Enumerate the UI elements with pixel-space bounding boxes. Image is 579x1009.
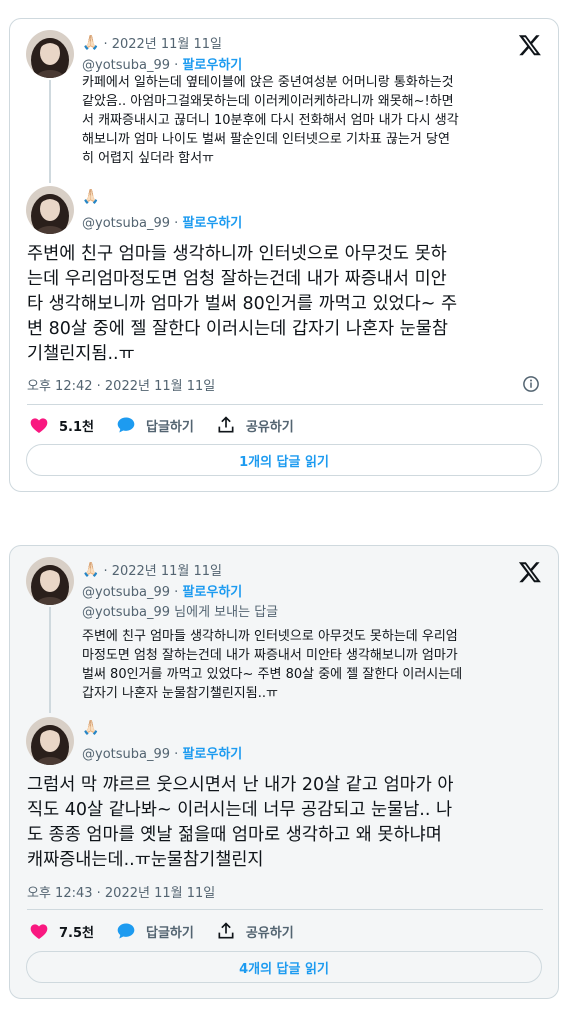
like-count: 7.5천: [59, 925, 94, 941]
quoted-meta: 🙏🏻 · 2022년 11월 11일: [82, 33, 222, 53]
heart-icon: [30, 418, 48, 433]
quoted-tweet-text: 카페에서 일하는데 옆테이블에 앉은 중년여성분 어머니랑 통화하는것 같았음.…: [82, 75, 459, 166]
read-replies-button[interactable]: 4개의 답글 읽기: [26, 951, 542, 983]
share-label: 공유하기: [245, 419, 294, 435]
quoted-tweet-text: 주변에 친구 엄마들 생각하니까 인터넷으로 아무것도 못하는데 우리엄 마정도…: [82, 629, 463, 701]
reply-bubble-icon: [117, 923, 135, 939]
follow-button[interactable]: 팔로우하기: [182, 585, 242, 600]
x-logo-icon[interactable]: [517, 33, 543, 57]
share-button[interactable]: 공유하기: [216, 921, 294, 941]
divider: [27, 404, 543, 405]
action-bar: 7.5천 답글하기 공유하기: [29, 921, 316, 941]
tweet-timestamp[interactable]: 오후 12:43 · 2022년 11월 11일: [27, 882, 215, 901]
pray-emoji: 🙏🏻: [82, 189, 100, 205]
thread-line: [49, 607, 51, 713]
pray-emoji: 🙏🏻: [82, 34, 100, 51]
reply-button[interactable]: 답글하기: [116, 921, 194, 941]
tweet-timestamp[interactable]: 오후 12:42 · 2022년 11월 11일: [27, 375, 215, 394]
share-icon: [218, 922, 234, 939]
reply-button[interactable]: 답글하기: [116, 415, 194, 435]
follow-button[interactable]: 팔로우하기: [182, 216, 242, 231]
thread-line: [49, 80, 51, 183]
follow-button[interactable]: 팔로우하기: [182, 747, 242, 762]
like-button[interactable]: 7.5천: [29, 921, 94, 941]
author-handle[interactable]: @yotsuba_99: [82, 216, 170, 231]
reply-to-line: @yotsuba_99 님에게 보내는 답글: [82, 601, 278, 620]
avatar-quoted[interactable]: [26, 30, 74, 78]
tweet-card-1: 🙏🏻 · 2022년 11월 11일 @yotsuba_99 · 팔로우하기 카…: [9, 18, 559, 492]
read-replies-button[interactable]: 1개의 답글 읽기: [26, 444, 542, 476]
author-handle[interactable]: @yotsuba_99: [82, 747, 170, 762]
quoted-handle-line: @yotsuba_99 · 팔로우하기: [82, 585, 243, 600]
pray-emoji: 🙏🏻: [82, 720, 100, 736]
reply-to-suffix: 님에게 보내는 답글: [170, 605, 279, 620]
quoted-handle[interactable]: @yotsuba_99: [82, 58, 170, 73]
reply-label: 답글하기: [146, 925, 194, 941]
tweet-text: 그럼서 막 꺄르르 웃으시면서 난 내가 20살 같고 엄마가 아 직도 40살…: [27, 775, 454, 870]
like-button[interactable]: 5.1천: [29, 415, 94, 435]
quoted-meta: 🙏🏻 · 2022년 11월 11일: [82, 560, 222, 580]
quoted-handle[interactable]: @yotsuba_99: [82, 585, 170, 600]
avatar-author[interactable]: [26, 717, 74, 765]
follow-button[interactable]: 팔로우하기: [182, 58, 242, 73]
author-handle-line: @yotsuba_99 · 팔로우하기: [82, 216, 243, 231]
reply-to-handle[interactable]: @yotsuba_99: [82, 605, 170, 620]
avatar-quoted[interactable]: [26, 557, 74, 605]
reply-label: 답글하기: [146, 419, 194, 435]
tweet-card-2: 🙏🏻 · 2022년 11월 11일 @yotsuba_99 · 팔로우하기 @…: [9, 545, 559, 999]
share-button[interactable]: 공유하기: [216, 415, 294, 435]
quoted-handle-line: @yotsuba_99 · 팔로우하기: [82, 58, 243, 73]
share-label: 공유하기: [245, 925, 294, 941]
action-bar: 5.1천 답글하기 공유하기: [29, 415, 316, 435]
x-logo-icon[interactable]: [517, 560, 543, 584]
share-icon: [218, 416, 234, 433]
quoted-date[interactable]: · 2022년 11월 11일: [103, 33, 222, 52]
tweet-text: 주변에 친구 엄마들 생각하니까 인터넷으로 아무것도 못하 는데 우리엄마정도…: [27, 244, 458, 364]
avatar-author[interactable]: [26, 186, 74, 234]
quoted-date[interactable]: · 2022년 11월 11일: [103, 560, 222, 579]
like-count: 5.1천: [59, 419, 94, 435]
pray-emoji: 🙏🏻: [82, 561, 100, 578]
author-handle-line: @yotsuba_99 · 팔로우하기: [82, 747, 243, 762]
heart-icon: [30, 924, 48, 939]
reply-bubble-icon: [117, 417, 135, 433]
divider: [27, 909, 543, 910]
info-icon[interactable]: [522, 375, 540, 393]
author-meta: 🙏🏻: [82, 720, 103, 736]
author-meta: 🙏🏻: [82, 189, 103, 205]
